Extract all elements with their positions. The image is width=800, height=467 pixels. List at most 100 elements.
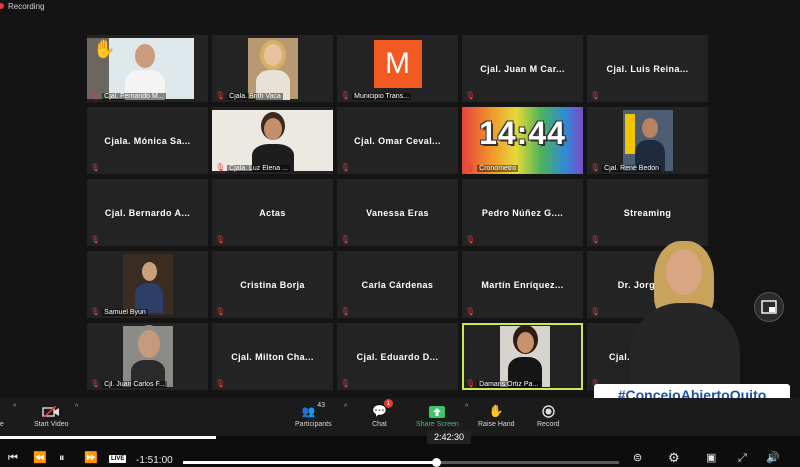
participant-tile[interactable]: Cjal. Juan M Car... 🎙 — [462, 35, 583, 102]
participant-display-name: Cjal. Eduardo D... — [356, 351, 439, 362]
participant-name: Cjala. Luz Elena ... — [227, 164, 290, 172]
participant-tile[interactable]: Pedro Núñez G.... 🎙 — [462, 179, 583, 246]
participant-tile-active-speaker[interactable]: 🎙 Damaris Ortiz Pa... — [462, 323, 583, 390]
participant-caption: 🎙 — [590, 236, 600, 244]
participant-caption: 🎙 Cjal. Fernando M... — [90, 92, 166, 100]
captions-icon[interactable]: ⊜ — [633, 452, 642, 464]
record-button[interactable]: Record — [537, 402, 560, 428]
participant-tile[interactable]: Martín Enríquez... 🎙 — [462, 251, 583, 318]
participant-display-name: Cjal. Omar Ceval... — [354, 135, 441, 146]
recording-label: Recording — [8, 1, 45, 11]
start-video-button[interactable]: Start Video — [34, 402, 69, 428]
raise-hand-button[interactable]: ✋ Raise Hand — [478, 402, 515, 428]
participant-tile[interactable]: 🎙 Cjala. Brith Vaca — [212, 35, 333, 102]
mute-options-chevron-icon[interactable]: ^ — [13, 404, 16, 411]
seek-bar[interactable] — [183, 458, 619, 467]
participant-caption: 🎙 — [340, 164, 350, 172]
participant-tile[interactable]: Carla Cárdenas 🎙 — [337, 251, 458, 318]
participant-tile[interactable]: Cjal. Milton Cha... 🎙 — [212, 323, 333, 390]
participant-video — [212, 110, 333, 172]
participant-tile[interactable]: Cjal. Luis Reina... 🎙 — [587, 35, 708, 102]
participant-tile[interactable]: Vanessa Eras 🎙 — [337, 179, 458, 246]
participants-options-chevron-icon[interactable]: ^ — [344, 404, 347, 411]
mic-off-icon: 🎙 — [90, 379, 101, 388]
pause-icon[interactable]: ⏸ — [59, 452, 65, 464]
participant-name: Municipio Trans... — [352, 92, 412, 100]
participant-tile[interactable]: 🎙 Samuel Byun — [87, 251, 208, 318]
participant-caption: 🎙 — [215, 380, 225, 388]
participant-tile[interactable]: Cjal. Eduardo D... 🎙 — [337, 323, 458, 390]
meeting-stage: Recording ✋ 🎙 Cjal. Fernando M... 🎙 Cjal… — [0, 0, 800, 467]
participant-tile[interactable]: Cjala. Mónica Sa... 🎙 — [87, 107, 208, 174]
settings-gear-icon[interactable]: ⚙ — [668, 451, 680, 464]
mic-off-icon: 🎙 — [465, 91, 476, 100]
seek-bar-thumb[interactable] — [431, 458, 441, 467]
share-options-chevron-icon[interactable]: ^ — [465, 404, 468, 411]
fast-forward-icon[interactable]: ⏩ — [84, 452, 98, 464]
participant-tile[interactable]: 14:44 🎙 Cronómetro — [462, 107, 583, 174]
participant-tile[interactable]: Cristina Borja 🎙 — [212, 251, 333, 318]
participant-display-name: Pedro Núñez G.... — [481, 207, 564, 218]
participants-count: 43 — [317, 402, 326, 409]
mic-off-icon: 🎙 — [465, 379, 476, 388]
participant-video — [248, 38, 298, 100]
participant-caption: 🎙 — [340, 308, 350, 316]
video-camera-icon — [42, 406, 60, 418]
participant-caption: 🎙 Damaris Ortiz Pa... — [465, 379, 541, 388]
mic-off-icon: 🎙 — [90, 307, 101, 316]
mic-off-icon: 🎙 — [215, 307, 226, 316]
person-silhouette — [256, 44, 290, 100]
skip-back-icon[interactable]: ⏮ — [8, 452, 18, 464]
participant-display-name: Vanessa Eras — [366, 207, 429, 218]
video-options-chevron-icon[interactable]: ^ — [75, 404, 78, 411]
person-head — [138, 330, 160, 358]
mic-off-icon: 🎙 — [340, 163, 351, 172]
chat-unread-badge: 1 — [383, 399, 393, 408]
participant-caption: 🎙 — [215, 236, 225, 244]
participant-video — [500, 326, 550, 387]
mic-off-icon: 🎙 — [465, 307, 476, 316]
participant-tile[interactable]: 🎙 Cjala. Luz Elena ... — [212, 107, 333, 174]
raised-hand-icon: ✋ — [93, 39, 116, 59]
participant-tile[interactable]: ✋ 🎙 Cjal. Fernando M... — [87, 35, 208, 102]
recording-indicator: Recording — [0, 0, 44, 12]
participant-display-name: Cjal. Luis Reina... — [606, 63, 689, 74]
live-chip[interactable]: LIVE — [109, 455, 127, 463]
participant-tile[interactable]: 🎙 Cjl. Juan Carlos F... — [87, 323, 208, 390]
participant-tile[interactable]: 🎙 Cjal. René Bedón — [587, 107, 708, 174]
participants-button[interactable]: 👥 43 Participants — [295, 402, 332, 428]
participant-caption: 🎙 Cjala. Luz Elena ... — [215, 164, 290, 172]
municipio-logo: M — [373, 39, 422, 88]
mute-button[interactable]: ute — [0, 402, 4, 428]
participant-tile[interactable]: Cjal. Bernardo A... 🎙 — [87, 179, 208, 246]
person-silhouette — [135, 262, 163, 313]
participant-tile[interactable]: M 🎙 Municipio Trans... — [337, 35, 458, 102]
time-remaining: -1:51:00 — [136, 455, 173, 466]
chat-label: Chat — [372, 421, 387, 428]
miniplayer-icon[interactable]: ▣ — [706, 452, 716, 464]
rewind-icon[interactable]: ⏪ — [33, 452, 47, 464]
fullscreen-icon[interactable]: ⤢ — [738, 452, 747, 464]
mic-off-icon: 🎙 — [215, 163, 226, 172]
mic-off-icon: 🎙 — [90, 91, 101, 100]
participant-name: Damaris Ortiz Pa... — [477, 380, 541, 388]
mic-off-icon: 🎙 — [340, 91, 351, 100]
picture-in-picture-button[interactable] — [754, 292, 784, 322]
mic-off-icon: 🎙 — [215, 379, 226, 388]
participant-name: Cjal. Fernando M... — [102, 92, 166, 100]
share-arrow-icon — [429, 406, 446, 418]
person-head — [135, 44, 155, 68]
participant-tile[interactable]: Cjal. Omar Ceval... 🎙 — [337, 107, 458, 174]
volume-icon[interactable]: 🔊 — [766, 452, 780, 464]
participant-tile[interactable]: Actas 🎙 — [212, 179, 333, 246]
participant-display-name: Cristina Borja — [240, 279, 305, 290]
buffer-progress-bar — [0, 436, 216, 439]
participant-display-name: Cjal. Milton Cha... — [231, 351, 314, 362]
participant-display-name: Actas — [259, 207, 286, 218]
share-screen-icon — [429, 402, 446, 418]
share-screen-button[interactable]: Share Screen — [416, 402, 459, 428]
participant-caption: 🎙 — [340, 380, 350, 388]
participant-video — [123, 326, 173, 388]
flag-background — [625, 114, 635, 154]
chat-button[interactable]: 💬 1 Chat — [372, 399, 393, 428]
